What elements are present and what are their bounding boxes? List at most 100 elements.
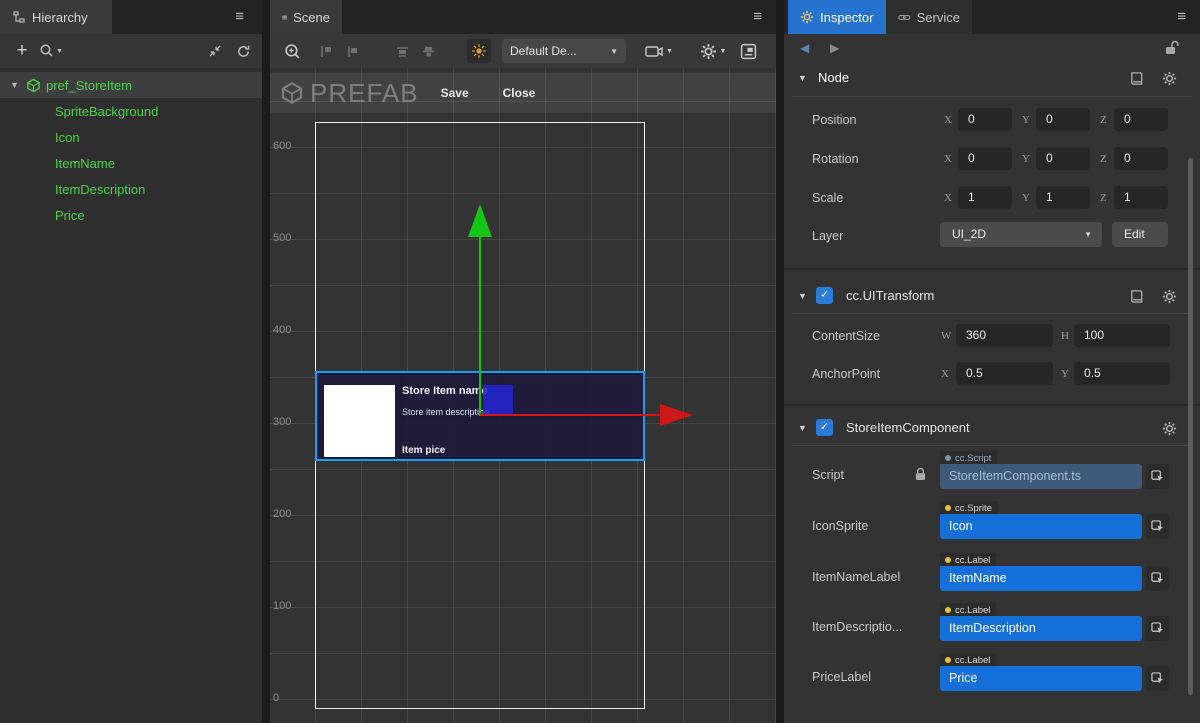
layout-icon — [740, 43, 757, 60]
type-dot-icon — [945, 505, 951, 511]
tree-node-child[interactable]: Price — [0, 202, 262, 228]
scene-menu-icon[interactable]: ≡ — [753, 8, 762, 25]
tree-node-child[interactable]: ItemDescription — [0, 176, 262, 202]
chevron-down-icon: ▼ — [666, 48, 673, 55]
anchorpoint-y-input[interactable]: 0.5 — [1074, 362, 1170, 385]
component-enabled-checkbox[interactable]: ✓ — [816, 419, 833, 436]
ruler-label: 600 — [273, 140, 291, 152]
scale-z-input[interactable]: 1 — [1114, 186, 1168, 209]
pricelabel-label: PriceLabel — [812, 670, 871, 684]
collapse-triangle-icon[interactable]: ▼ — [798, 423, 807, 433]
layer-dropdown[interactable]: UI_2D ▼ — [940, 222, 1102, 247]
position-x-input[interactable]: 0 — [958, 108, 1012, 131]
axis-z-label: Z — [1100, 153, 1107, 165]
gizmo-y-arrowhead[interactable] — [468, 204, 492, 237]
scale-label: Scale — [812, 191, 843, 205]
tree-node-root[interactable]: ▼ pref_StoreItem — [0, 72, 262, 98]
itemname-picker-button[interactable] — [1146, 566, 1169, 591]
node-section-header[interactable]: ▼ Node — [784, 64, 1200, 92]
rotation-y-input[interactable]: 0 — [1036, 147, 1090, 170]
gizmo-light-toggle[interactable] — [467, 39, 491, 63]
cocos-creator-editor: Hierarchy ≡ + ▼ ▼ pref_StoreI — [0, 0, 1200, 723]
layout-toggle-button[interactable] — [738, 41, 758, 61]
itemname-reference-field[interactable]: ItemName — [940, 566, 1142, 591]
search-icon — [39, 43, 55, 59]
script-type-badge: cc.Script — [940, 451, 997, 464]
section-separator — [784, 268, 1200, 270]
tab-inspector[interactable]: Inspector — [788, 0, 886, 34]
zoom-tool-button[interactable] — [282, 41, 302, 61]
script-picker-button[interactable] — [1146, 464, 1169, 489]
scale-y-input[interactable]: 1 — [1036, 186, 1090, 209]
help-book-icon[interactable] — [1129, 289, 1144, 304]
distribute-center-button[interactable] — [418, 41, 438, 61]
tree-node-child[interactable]: ItemName — [0, 150, 262, 176]
anchorpoint-label: AnchorPoint — [812, 367, 880, 381]
nav-forward-icon[interactable]: ▶ — [830, 41, 839, 55]
add-node-button[interactable]: + — [12, 41, 32, 61]
camera-settings-button[interactable]: ▼ — [640, 41, 678, 61]
store-item-price-label: Item pice — [402, 445, 445, 456]
iconsprite-reference-field[interactable]: Icon — [940, 514, 1142, 539]
itemdescription-reference-field[interactable]: ItemDescription — [940, 616, 1142, 641]
rotation-z-input[interactable]: 0 — [1114, 147, 1168, 170]
tree-node-child[interactable]: SpriteBackground — [0, 98, 262, 124]
uitransform-enabled-checkbox[interactable]: ✓ — [816, 287, 833, 304]
uitransform-section-header[interactable]: ▼ ✓ cc.UITransform — [784, 282, 1200, 310]
hierarchy-menu-icon[interactable]: ≡ — [235, 8, 244, 25]
scale-x-input[interactable]: 1 — [958, 186, 1012, 209]
price-picker-button[interactable] — [1146, 666, 1169, 691]
scene-settings-button[interactable]: ▼ — [694, 41, 732, 61]
tab-service[interactable]: Service — [886, 0, 972, 34]
contentsize-h-input[interactable]: 100 — [1074, 324, 1170, 347]
type-dot-icon — [945, 557, 951, 563]
prefab-close-button[interactable]: Close — [503, 86, 536, 100]
prefab-header-bar: PREFAB Save Close — [270, 73, 776, 113]
layer-edit-button[interactable]: Edit — [1112, 222, 1168, 247]
gizmo-y-axis[interactable] — [479, 236, 481, 416]
scene-viewport[interactable]: PREFAB Save Close 600 500 400 300 200 10… — [270, 68, 776, 723]
expander-icon[interactable]: ▼ — [10, 80, 19, 90]
align-left-button[interactable] — [316, 41, 336, 61]
help-book-icon[interactable] — [1129, 71, 1144, 86]
node-settings-gear-icon[interactable] — [1162, 71, 1177, 86]
tab-scene[interactable]: Scene — [270, 0, 342, 34]
scene-toolbar: Default De... ▼ ▼ ▼ — [270, 34, 776, 68]
axis-z-label: Z — [1100, 114, 1107, 126]
position-z-input[interactable]: 0 — [1114, 108, 1168, 131]
layer-value: UI_2D — [952, 227, 986, 241]
anchorpoint-x-input[interactable]: 0.5 — [956, 362, 1053, 385]
position-y-input[interactable]: 0 — [1036, 108, 1090, 131]
storeitemcomponent-section-header[interactable]: ▼ ✓ StoreItemComponent — [784, 414, 1200, 442]
unlock-icon[interactable] — [1163, 40, 1179, 56]
distribute-top-button[interactable] — [392, 41, 412, 61]
inspector-scrollbar[interactable] — [1188, 158, 1193, 695]
gizmo-x-axis[interactable] — [480, 414, 661, 416]
section-separator — [784, 404, 1200, 406]
component-settings-gear-icon[interactable] — [1162, 421, 1177, 436]
rotation-x-input[interactable]: 0 — [958, 147, 1012, 170]
search-filter-button[interactable]: ▼ — [38, 41, 64, 61]
contentsize-w-input[interactable]: 360 — [956, 324, 1053, 347]
gizmo-x-arrowhead[interactable] — [660, 404, 693, 426]
nav-back-icon[interactable]: ◀ — [800, 41, 809, 55]
collapse-all-button[interactable] — [205, 41, 225, 61]
refresh-button[interactable] — [233, 41, 253, 61]
inspector-menu-icon[interactable]: ≡ — [1177, 8, 1186, 25]
uitransform-section-title: cc.UITransform — [846, 288, 934, 303]
tab-hierarchy[interactable]: Hierarchy — [0, 0, 112, 34]
collapse-triangle-icon[interactable]: ▼ — [798, 73, 807, 83]
prefab-save-button[interactable]: Save — [441, 86, 469, 100]
tree-node-child[interactable]: Icon — [0, 124, 262, 150]
iconsprite-picker-button[interactable] — [1146, 514, 1169, 539]
price-reference-field[interactable]: Price — [940, 666, 1142, 691]
script-reference-field[interactable]: StoreItemComponent.ts — [940, 464, 1142, 489]
collapse-triangle-icon[interactable]: ▼ — [798, 291, 807, 301]
type-dot-icon — [945, 455, 951, 461]
component-settings-gear-icon[interactable] — [1162, 289, 1177, 304]
hierarchy-tabbar: Hierarchy ≡ — [0, 0, 262, 34]
align-center-h-button[interactable] — [342, 41, 362, 61]
gizmo-xy-plane-handle[interactable] — [483, 385, 513, 415]
display-mode-dropdown[interactable]: Default De... ▼ — [502, 39, 626, 63]
itemdescription-picker-button[interactable] — [1146, 616, 1169, 641]
